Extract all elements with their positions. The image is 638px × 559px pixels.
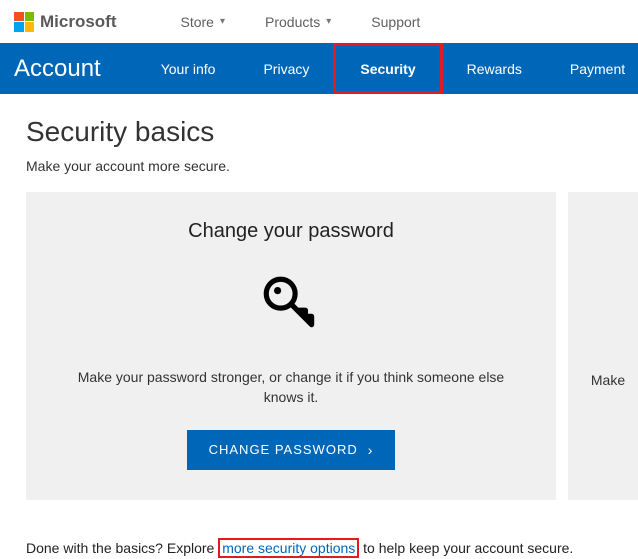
change-password-button-label: CHANGE PASSWORD [209, 442, 358, 457]
chevron-down-icon: ▾ [326, 16, 331, 27]
card-title: Change your password [56, 220, 526, 243]
nav-support-label: Support [371, 14, 420, 30]
card2-fragment: Make [578, 370, 638, 390]
chevron-right-icon: › [368, 442, 374, 458]
cards-row: Change your password Make your password … [26, 192, 610, 500]
nav-store[interactable]: Store ▾ [181, 14, 226, 30]
chevron-down-icon: ▾ [220, 16, 225, 27]
nav-products[interactable]: Products ▾ [265, 14, 331, 30]
footer-prefix: Done with the basics? Explore [26, 540, 218, 556]
account-title: Account [14, 55, 101, 83]
card-description: Make your password stronger, or change i… [56, 367, 526, 408]
footer-text: Done with the basics? Explore more secur… [0, 500, 638, 556]
page-body: Security basics Make your account more s… [0, 94, 638, 500]
card-next-partial: Make [568, 192, 638, 500]
tab-rewards[interactable]: Rewards [443, 43, 546, 94]
more-security-options-link[interactable]: more security options [218, 538, 359, 558]
key-icon [256, 269, 326, 339]
tab-payment[interactable]: Payment [546, 43, 638, 94]
tab-your-info[interactable]: Your info [137, 43, 240, 94]
change-password-button[interactable]: CHANGE PASSWORD › [187, 430, 396, 470]
tab-privacy[interactable]: Privacy [239, 43, 333, 94]
card-change-password: Change your password Make your password … [26, 192, 556, 500]
footer-suffix: to help keep your account secure. [359, 540, 573, 556]
microsoft-logo[interactable]: Microsoft [14, 12, 117, 32]
tab-security[interactable]: Security [333, 43, 442, 94]
nav-products-label: Products [265, 14, 320, 30]
page-subtitle: Make your account more secure. [26, 158, 610, 174]
global-nav: Store ▾ Products ▾ Support [181, 14, 421, 30]
nav-store-label: Store [181, 14, 214, 30]
page-title: Security basics [26, 116, 610, 148]
nav-support[interactable]: Support [371, 14, 420, 30]
account-nav: Your info Privacy Security Rewards Payme… [137, 43, 638, 94]
microsoft-logo-text: Microsoft [40, 12, 117, 32]
account-nav-bar: Account Your info Privacy Security Rewar… [0, 43, 638, 94]
global-header: Microsoft Store ▾ Products ▾ Support [0, 0, 638, 43]
microsoft-logo-icon [14, 12, 34, 32]
